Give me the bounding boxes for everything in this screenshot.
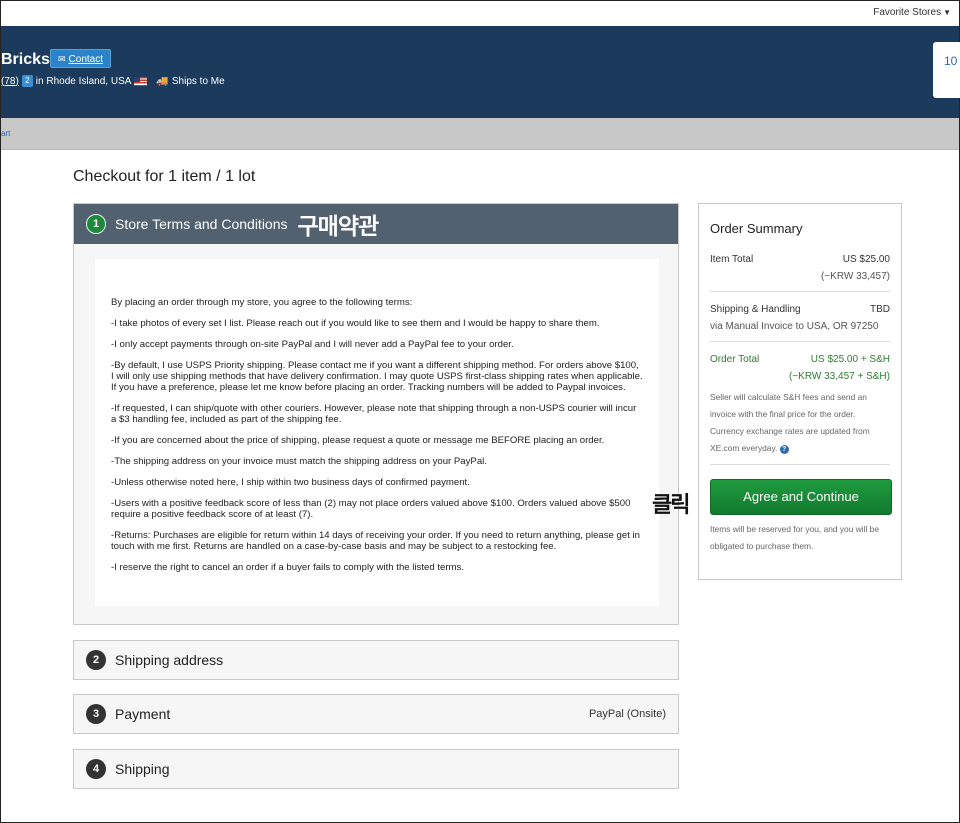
shipping-row: Shipping & Handling TBD <box>710 304 890 315</box>
shipping-value: TBD <box>870 304 890 315</box>
favorite-stores-menu[interactable]: Favorite Stores ▼ <box>873 7 951 18</box>
step-number: 1 <box>86 214 106 234</box>
caret-down-icon: ▼ <box>943 8 951 17</box>
payment-method: PayPal (Onsite) <box>588 708 666 720</box>
order-summary-title: Order Summary <box>710 221 803 236</box>
us-flag-icon <box>134 76 148 86</box>
step-label: Shipping <box>115 761 170 777</box>
click-annotation: 클릭 <box>652 493 691 518</box>
store-meta: (78) 2 in Rhode Island, USA 🚚 Ships to M… <box>1 75 225 87</box>
step-number: 4 <box>86 759 106 779</box>
agree-and-continue-button[interactable]: Agree and Continue <box>710 479 892 515</box>
step-payment[interactable]: 3 Payment PayPal (Onsite) <box>73 694 679 734</box>
terms-paragraph: -Returns: Purchases are eligible for ret… <box>111 530 641 552</box>
terms-paragraph: By placing an order through my store, yo… <box>111 297 413 308</box>
contact-label: Contact <box>68 54 104 65</box>
subnav-link[interactable]: art <box>1 129 10 138</box>
terms-paragraph: -I only accept payments through on-site … <box>111 339 514 350</box>
step-store-terms: 1 Store Terms and Conditions 구매약관 By pla… <box>73 203 679 625</box>
store-header: Bricks ✉ Contact (78) 2 in Rhode Island, … <box>1 26 960 118</box>
store-name[interactable]: Bricks <box>1 51 50 69</box>
step-label: Payment <box>115 706 171 722</box>
step-store-terms-header: 1 Store Terms and Conditions 구매약관 <box>74 204 678 244</box>
shipping-label: Shipping & Handling <box>710 304 801 315</box>
step-shipping[interactable]: 4 Shipping <box>73 749 679 789</box>
step-number: 2 <box>86 650 106 670</box>
store-location: in Rhode Island, USA <box>35 75 132 87</box>
terms-text-box[interactable]: By placing an order through my store, yo… <box>95 259 659 606</box>
step-label: Shipping address <box>115 652 224 668</box>
item-total-label: Item Total <box>710 254 754 265</box>
annotation-label: 구매약관 <box>297 214 380 240</box>
divider <box>710 341 890 342</box>
step-title: Store Terms and Conditions <box>115 216 288 232</box>
cart-box[interactable]: 10 <box>933 42 960 98</box>
store-badge: 2 <box>21 75 33 87</box>
cart-count: 10 <box>944 54 958 68</box>
seller-note: Seller will calculate S&H fees and send … <box>710 389 890 457</box>
terms-paragraph: -Unless otherwise noted here, I ship wit… <box>111 477 470 488</box>
item-total-krw: (~KRW 33,457) <box>820 271 890 282</box>
terms-paragraph: -Users with a positive feedback score of… <box>111 498 631 520</box>
order-total-row: Order Total US $25.00 + S&H <box>710 354 890 365</box>
top-bar: Favorite Stores ▼ <box>1 1 959 26</box>
shipping-via: via Manual Invoice to USA, OR 97250 <box>710 321 879 332</box>
order-total-krw: (~KRW 33,457 + S&H) <box>789 371 890 382</box>
truck-icon: 🚚 <box>156 75 169 87</box>
terms-paragraph: -By default, I use USPS Priority shippin… <box>111 360 643 393</box>
order-total-value: US $25.00 + S&H <box>810 354 890 365</box>
contact-button[interactable]: ✉ Contact <box>50 49 112 68</box>
divider <box>710 291 890 292</box>
step-number: 3 <box>86 704 106 724</box>
terms-paragraph: -If you are concerned about the price of… <box>111 435 605 446</box>
terms-paragraph: -The shipping address on your invoice mu… <box>111 456 487 467</box>
sub-nav: art <box>1 118 959 150</box>
page-title: Checkout for 1 item / 1 lot <box>73 168 256 185</box>
divider <box>710 464 890 465</box>
step-shipping-address[interactable]: 2 Shipping address <box>73 640 679 680</box>
terms-paragraph: -If requested, I can ship/quote with oth… <box>111 403 637 425</box>
order-summary: Order Summary Item Total US $25.00 (~KRW… <box>698 203 902 580</box>
mail-icon: ✉ <box>58 54 66 64</box>
item-total-value: US $25.00 <box>842 254 890 265</box>
order-total-label: Order Total <box>710 354 760 365</box>
item-total-row: Item Total US $25.00 <box>710 254 890 265</box>
ships-to-me: Ships to Me <box>171 75 225 87</box>
terms-paragraph: -I reserve the right to cancel an order … <box>111 562 464 573</box>
reserve-note: Items will be reserved for you, and you … <box>710 524 879 551</box>
terms-paragraph: -I take photos of every set I list. Plea… <box>111 318 600 329</box>
help-icon[interactable]: ? <box>779 445 789 454</box>
favorite-stores-label: Favorite Stores <box>873 7 942 18</box>
seller-note-text: Seller will calculate S&H fees and send … <box>710 392 870 453</box>
feedback-count[interactable]: (78) <box>1 76 19 87</box>
